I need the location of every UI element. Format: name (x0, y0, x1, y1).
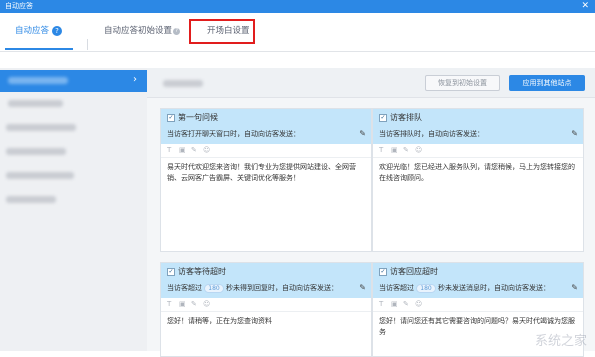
desc-prefix: 当访客超过 (379, 284, 414, 292)
sidebar-item-selected-site[interactable]: › (0, 70, 147, 92)
message-text-area[interactable]: 您好！请稍等，正在为您查询资料 (167, 316, 365, 327)
chevron-right-icon: › (133, 74, 137, 85)
card-header: ✓ 访客等待超时 当访客超过 180 秒未得到回复时，自动向访客发送： ✎ (161, 263, 371, 298)
card-title: 访客回应超时 (390, 267, 438, 276)
emoji-icon[interactable]: ☺ (415, 146, 422, 155)
info-icon[interactable]: ? (173, 28, 181, 35)
image-icon[interactable]: ▣ (179, 146, 186, 155)
tab-label: 自动应答初始设置 (104, 26, 173, 36)
image-icon[interactable]: ▣ (179, 300, 186, 309)
image-icon[interactable]: ▣ (391, 146, 398, 155)
edit-pencil-icon[interactable]: ✎ (571, 283, 578, 293)
highlight-box (189, 19, 255, 44)
card-header: ✓ 访客排队 当访客排队时，自动向访客发送： ✎ (373, 109, 583, 144)
site-toolbar: 恢复到初始设置 应用到其他站点 (147, 68, 595, 98)
message-text-area[interactable]: 易天时代欢迎您来咨询！我们专业为您提供网站建设、全网营销、云网客广告霸屏、关键词… (167, 162, 365, 184)
redacted-site-name (6, 124, 76, 131)
active-tab-indicator (5, 48, 73, 50)
link-icon[interactable]: ✎ (403, 146, 409, 155)
format-toolbar: T ▣ ✎ ☺ (161, 298, 371, 312)
tab-auto-reply[interactable]: 自动应答? (15, 25, 63, 37)
link-icon[interactable]: ✎ (403, 300, 409, 309)
card-description: 当访客超过 180 秒未发送消息时，自动向访客发送： (379, 283, 567, 293)
text-format-icon[interactable]: T (167, 300, 171, 309)
wait-timeout-card: ✓ 访客等待超时 当访客超过 180 秒未得到回复时，自动向访客发送： ✎ T ▣ … (160, 262, 372, 357)
enable-checkbox[interactable]: ✓ (167, 268, 175, 276)
window-title: 自动应答 (5, 2, 33, 10)
redacted-site-name (8, 77, 68, 84)
redacted-site-name (8, 100, 63, 107)
desc-suffix: 秒未得到回复时，自动向访客发送： (226, 284, 338, 292)
card-description: 当访客排队时，自动向访客发送： (379, 130, 484, 138)
tab-divider (87, 39, 88, 50)
redacted-site-name (6, 196, 56, 203)
sidebar-item-site[interactable] (0, 165, 147, 187)
card-description: 当访客超过 180 秒未得到回复时，自动向访客发送： (167, 283, 355, 293)
tab-label: 自动应答 (15, 26, 50, 36)
message-text-area[interactable]: 欢迎光临！您已经进入服务队列，请您稍候，马上为您转接您的在线咨询顾问。 (379, 162, 577, 184)
desc-suffix: 秒未发送消息时，自动向访客发送： (438, 284, 550, 292)
sidebar-item-site[interactable] (0, 141, 147, 163)
format-toolbar: T ▣ ✎ ☺ (373, 144, 583, 158)
redacted-site-name (6, 148, 66, 155)
tab-auto-reply-initial-settings[interactable]: 自动应答初始设置? (104, 25, 181, 37)
emoji-icon[interactable]: ☺ (415, 300, 422, 309)
emoji-icon[interactable]: ☺ (203, 300, 210, 309)
desc-prefix: 当访客超过 (167, 284, 202, 292)
help-icon[interactable]: ? (52, 25, 63, 36)
edit-pencil-icon[interactable]: ✎ (359, 129, 366, 139)
watermark: 系统之家 (534, 334, 587, 349)
format-toolbar: T ▣ ✎ ☺ (373, 298, 583, 312)
text-format-icon[interactable]: T (167, 146, 171, 155)
main-panel: 恢复到初始设置 应用到其他站点 ✓ 第一句问候 当访客打开聊天窗口时，自动向访客… (147, 68, 595, 357)
emoji-icon[interactable]: ☺ (203, 146, 210, 155)
link-icon[interactable]: ✎ (191, 300, 197, 309)
redacted-site-name (6, 172, 74, 179)
title-bar: 自动应答 ✕ (0, 0, 595, 13)
link-icon[interactable]: ✎ (191, 146, 197, 155)
queue-card: ✓ 访客排队 当访客排队时，自动向访客发送： ✎ T ▣ ✎ ☺ 欢迎光临！您已… (372, 108, 584, 252)
card-title: 访客等待超时 (178, 267, 226, 276)
sidebar-item-site[interactable] (0, 189, 147, 211)
timeout-seconds-input[interactable]: 180 (204, 283, 224, 293)
card-title: 访客排队 (390, 113, 422, 122)
enable-checkbox[interactable]: ✓ (379, 114, 387, 122)
card-header: ✓ 访客回应超时 当访客超过 180 秒未发送消息时，自动向访客发送： ✎ (373, 263, 583, 298)
close-icon[interactable]: ✕ (581, 0, 589, 12)
text-format-icon[interactable]: T (379, 300, 383, 309)
edit-pencil-icon[interactable]: ✎ (571, 129, 578, 139)
enable-checkbox[interactable]: ✓ (379, 268, 387, 276)
site-list-sidebar: › (0, 68, 147, 351)
sidebar-item-site[interactable] (0, 93, 147, 115)
card-title: 第一句问候 (178, 113, 218, 122)
sidebar-item-site[interactable] (0, 117, 147, 139)
text-format-icon[interactable]: T (379, 146, 383, 155)
format-toolbar: T ▣ ✎ ☺ (161, 144, 371, 158)
greeting-card: ✓ 第一句问候 当访客打开聊天窗口时，自动向访客发送： ✎ T ▣ ✎ ☺ 易天… (160, 108, 372, 252)
image-icon[interactable]: ▣ (391, 300, 398, 309)
apply-to-other-sites-button[interactable]: 应用到其他站点 (509, 75, 585, 91)
enable-checkbox[interactable]: ✓ (167, 114, 175, 122)
edit-pencil-icon[interactable]: ✎ (359, 283, 366, 293)
restore-defaults-button[interactable]: 恢复到初始设置 (425, 75, 500, 91)
timeout-seconds-input[interactable]: 180 (416, 283, 436, 293)
redacted-site-title (163, 80, 203, 87)
card-header: ✓ 第一句问候 当访客打开聊天窗口时，自动向访客发送： ✎ (161, 109, 371, 144)
card-description: 当访客打开聊天窗口时，自动向访客发送： (167, 130, 300, 138)
tab-bar: 自动应答? 自动应答初始设置? 开场白设置 (0, 13, 595, 52)
